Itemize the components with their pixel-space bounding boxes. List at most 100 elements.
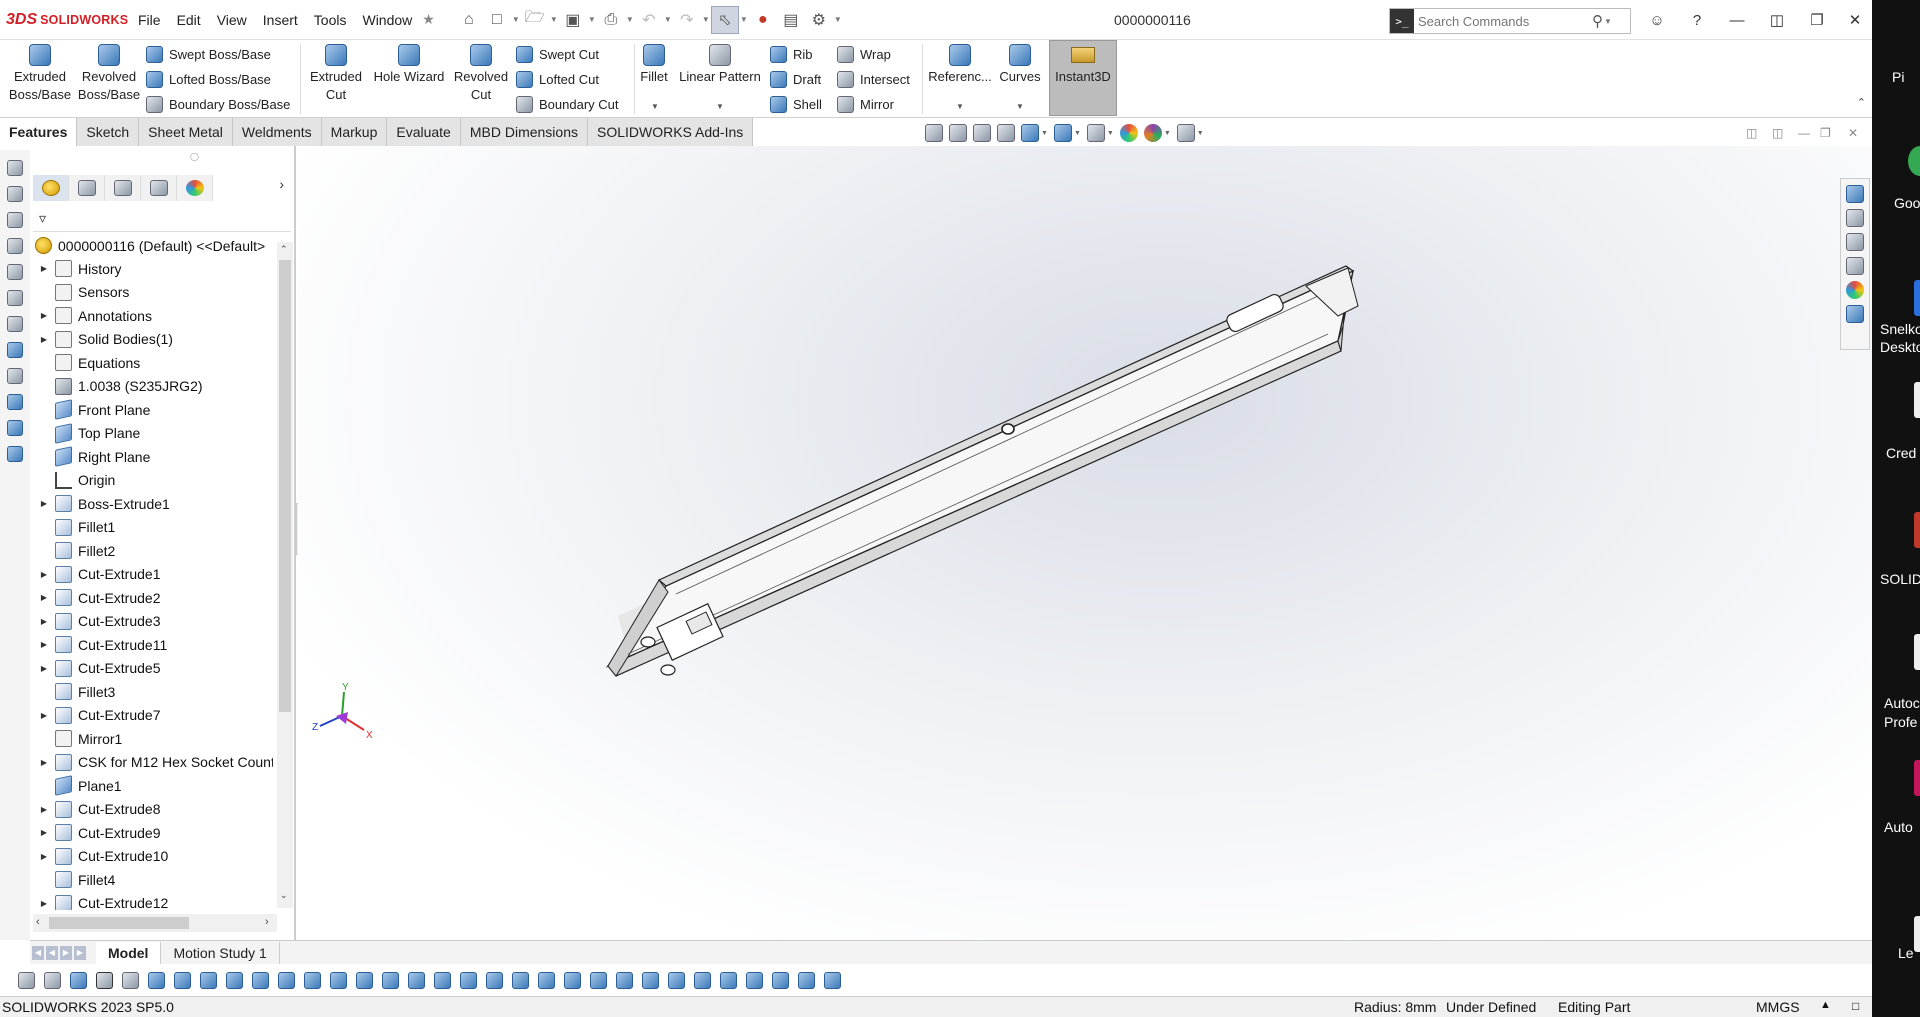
tree-item[interactable]: ▶ Cut-Extrude9 — [33, 821, 160, 844]
strip-tool-icon[interactable] — [7, 186, 23, 202]
doc-close-icon[interactable]: ✕ — [1848, 126, 1858, 140]
lofted-boss-button[interactable]: Lofted Boss/Base — [146, 68, 271, 90]
strip-tool-icon[interactable] — [7, 238, 23, 254]
curves-dropdown-icon[interactable]: ▼ — [1016, 102, 1024, 111]
tree-item[interactable]: Origin — [33, 469, 115, 492]
expand-arrow-icon[interactable]: ▶ — [37, 899, 51, 908]
tree-item[interactable]: Front Plane — [33, 398, 150, 421]
lofted-cut-button[interactable]: Lofted Cut — [516, 68, 599, 90]
home-icon[interactable]: ⌂ — [455, 6, 483, 34]
autocad-shortcut-icon[interactable] — [1914, 634, 1920, 670]
shell-button[interactable]: Shell — [770, 93, 822, 115]
filter-datum-features-icon[interactable] — [564, 971, 581, 989]
dynamic-annotation-icon[interactable] — [1021, 124, 1039, 142]
view-orientation-icon[interactable] — [1053, 124, 1072, 142]
filter-sketch-points-icon[interactable] — [330, 971, 347, 989]
new-document-icon[interactable]: □ — [483, 6, 511, 34]
strip-tool-icon[interactable] — [7, 264, 23, 280]
doc-minimize-icon[interactable]: — — [1798, 126, 1810, 140]
shortcut-icon[interactable] — [1914, 916, 1920, 952]
extruded-cut-button[interactable]: Extruded Cut — [306, 44, 366, 104]
search-icon[interactable]: ⚲ — [1592, 12, 1603, 30]
filter-balloons-icon[interactable] — [798, 971, 815, 989]
filter-cosmetic-threads-icon[interactable] — [642, 971, 659, 989]
collapse-ribbon-icon[interactable]: ⌃ — [1857, 96, 1866, 109]
tab-sketch[interactable]: Sketch — [77, 118, 140, 146]
filter-sketch-segments-icon[interactable] — [356, 971, 373, 989]
linear-pattern-button[interactable]: Linear Pattern — [675, 44, 765, 86]
tooltip-icon[interactable]: □ — [1852, 999, 1859, 1013]
hide-show-items-icon[interactable] — [1086, 124, 1105, 142]
solidworks-logo[interactable]: 3DS SOLIDWORKS — [0, 11, 130, 29]
hud-dropdown-icon[interactable]: ▼ — [1074, 130, 1081, 137]
document-icon[interactable] — [1914, 382, 1920, 418]
filter-datum-targets-icon[interactable] — [616, 971, 633, 989]
tab-solidworks-addins[interactable]: SOLIDWORKS Add-Ins — [587, 118, 754, 146]
curves-button[interactable]: Curves — [996, 44, 1044, 86]
zoom-to-fit-icon[interactable] — [925, 124, 943, 142]
tree-item[interactable]: Fillet4 — [33, 868, 115, 891]
reference-dropdown-icon[interactable]: ▼ — [956, 102, 964, 111]
tab-configuration-manager[interactable] — [105, 175, 141, 201]
print-dropdown-icon[interactable]: ▼ — [625, 15, 635, 24]
tree-item[interactable]: Plane1 — [33, 774, 122, 797]
filter-notes-icon[interactable] — [538, 971, 555, 989]
open-dropdown-icon[interactable]: ▼ — [549, 15, 559, 24]
user-account-icon[interactable]: ☺ — [1643, 8, 1671, 32]
menu-edit[interactable]: Edit — [169, 12, 209, 28]
unit-system[interactable]: MMGS — [1756, 999, 1800, 1015]
wrap-button[interactable]: Wrap — [837, 43, 891, 65]
options-dropdown-icon[interactable]: ▼ — [833, 15, 843, 24]
strip-tool-icon[interactable] — [7, 446, 23, 462]
undo-icon[interactable]: ↶ — [635, 6, 663, 34]
extruded-boss-button[interactable]: Extruded Boss/Base — [8, 44, 72, 104]
expand-arrow-icon[interactable]: ▶ — [37, 593, 51, 602]
rebuild-icon[interactable]: ● — [749, 6, 777, 34]
tab-features[interactable]: Features — [0, 118, 78, 146]
tree-item[interactable]: ▶ Cut-Extrude12 — [33, 892, 168, 910]
first-tab-icon[interactable]: ◀ — [32, 945, 44, 960]
filter-toggle-icon[interactable] — [18, 971, 35, 989]
last-tab-icon[interactable]: ▶ — [74, 945, 86, 960]
tree-item[interactable]: Top Plane — [33, 422, 140, 445]
filter-dimensions-icon[interactable] — [460, 971, 477, 989]
scroll-up-icon[interactable]: ⌃ — [280, 244, 288, 255]
filter-mid-surfaces-icon[interactable] — [772, 971, 789, 989]
tab-sheet-metal[interactable]: Sheet Metal — [139, 118, 233, 146]
filter-routing-points-icon[interactable] — [746, 971, 763, 989]
shortcut-icon[interactable] — [1914, 280, 1920, 316]
tab-motion-study-1[interactable]: Motion Study 1 — [161, 941, 280, 964]
zoom-to-area-icon[interactable] — [949, 124, 967, 142]
save-icon[interactable]: ▣ — [559, 6, 587, 34]
menu-insert[interactable]: Insert — [255, 12, 306, 28]
filter-axes-icon[interactable] — [278, 971, 295, 989]
save-dropdown-icon[interactable]: ▼ — [587, 15, 597, 24]
tree-item[interactable]: Fillet1 — [33, 516, 115, 539]
tab-markup[interactable]: Markup — [321, 118, 388, 146]
tree-item[interactable]: ▶ CSK for M12 Hex Socket Count — [33, 751, 273, 774]
tree-filter[interactable]: ▿ — [33, 206, 291, 232]
expand-arrow-icon[interactable]: ▶ — [37, 805, 51, 814]
tab-property-manager[interactable] — [69, 175, 105, 201]
doc-tile-icon[interactable]: ◫ — [1772, 126, 1783, 140]
expand-arrow-icon[interactable]: ▶ — [37, 711, 51, 720]
expand-arrow-icon[interactable]: ▶ — [37, 664, 51, 673]
hud-dropdown-icon[interactable]: ▼ — [1107, 130, 1114, 137]
expand-arrow-icon[interactable]: ▶ — [37, 640, 51, 649]
file-explorer-icon[interactable] — [1846, 233, 1864, 251]
boundary-boss-button[interactable]: Boundary Boss/Base — [146, 93, 290, 115]
appearances-icon[interactable] — [1846, 281, 1864, 299]
strip-tool-icon[interactable] — [7, 368, 23, 384]
filter-blocks-icon[interactable] — [668, 971, 685, 989]
expand-arrow-icon[interactable]: ▶ — [37, 335, 51, 344]
fillet-dropdown-icon[interactable]: ▼ — [651, 102, 659, 111]
window-layout-icon[interactable]: ◫ — [1763, 8, 1791, 32]
menu-tools[interactable]: Tools — [306, 12, 355, 28]
filter-solid-bodies-icon[interactable] — [252, 971, 269, 989]
custom-properties-icon[interactable] — [1846, 305, 1864, 323]
menu-view[interactable]: View — [209, 12, 255, 28]
tab-dimxpert-manager[interactable] — [141, 175, 177, 201]
strip-tool-icon[interactable] — [7, 160, 23, 176]
tree-item[interactable]: Equations — [33, 351, 140, 374]
view-settings-icon[interactable] — [1176, 124, 1195, 142]
